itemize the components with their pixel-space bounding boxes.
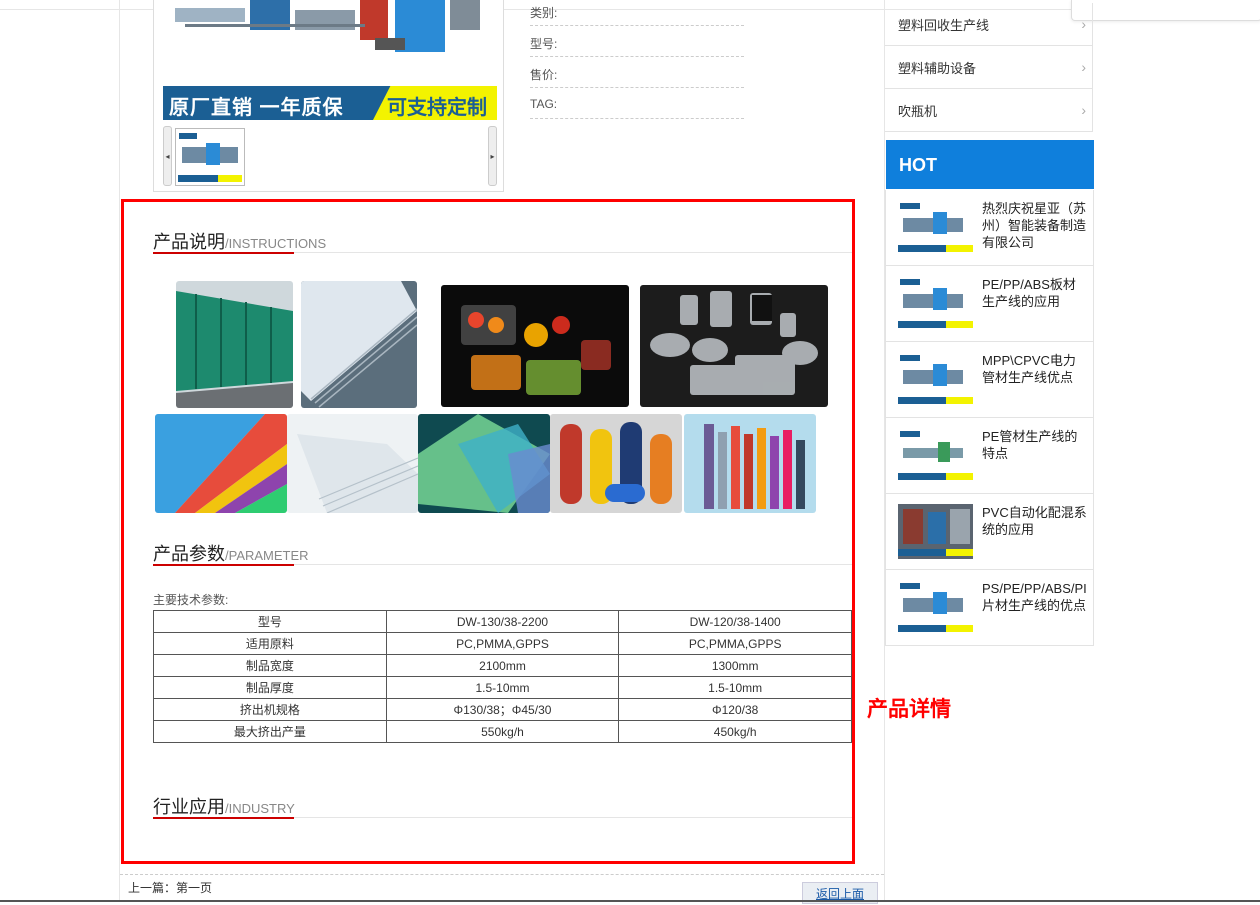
sidebar-category-item[interactable]: 吹瓶机 › xyxy=(885,89,1093,132)
table-cell: Φ130/38；Φ45/30 xyxy=(385,698,620,721)
product-photo-green-panels xyxy=(176,281,293,408)
params-table: 型号 DW-130/38-2200 DW-120/38-1400 适用原料 PC… xyxy=(153,610,852,743)
hot-item-thumbnail xyxy=(898,352,973,407)
banner-right-text: 可支持定制 xyxy=(387,97,487,119)
section-header-instructions: 产品说明/INSTRUCTIONS xyxy=(153,228,852,254)
table-cell: DW-120/38-1400 xyxy=(618,610,852,633)
bottom-divider xyxy=(120,874,884,876)
table-cell: 2100mm xyxy=(385,654,620,677)
hot-item[interactable]: PE/PP/ABS板材生产线的应用 xyxy=(885,266,1094,342)
sidebar-category-item[interactable]: 塑料辅助设备 › xyxy=(885,46,1093,89)
table-cell: 适用原料 xyxy=(153,632,387,655)
table-cell: 450kg/h xyxy=(618,720,852,743)
banner-left-text: 原厂直销 一年质保 xyxy=(169,97,344,119)
info-model: 型号: xyxy=(530,27,744,57)
sidebar-category-item[interactable]: 塑料回收生产线 › xyxy=(885,3,1093,46)
prev-article-link[interactable]: 上一篇：第一页 xyxy=(128,879,212,896)
table-cell: Φ120/38 xyxy=(618,698,852,721)
section-title-en: /INDUSTRY xyxy=(225,801,295,816)
table-row: 制品厚度 1.5-10mm 1.5-10mm xyxy=(153,676,852,699)
hot-item-title[interactable]: PVC自动化配混系统的应用 xyxy=(982,504,1088,538)
params-caption: 主要技术参数: xyxy=(153,593,229,607)
table-cell: 型号 xyxy=(153,610,387,633)
table-cell: 550kg/h xyxy=(385,720,620,743)
table-row: 适用原料 PC,PMMA,GPPS PC,PMMA,GPPS xyxy=(153,632,852,655)
hot-header: HOT xyxy=(886,140,1094,189)
thumbnail-image[interactable] xyxy=(175,128,245,186)
table-cell: 1300mm xyxy=(618,654,852,677)
section-title-en: /PARAMETER xyxy=(225,548,309,563)
info-category: 类别: xyxy=(530,0,744,26)
thumb-prev-arrow-icon[interactable]: ◂ xyxy=(163,126,172,186)
table-cell: 最大挤出产量 xyxy=(153,720,387,743)
annotation-label: 产品详情 xyxy=(867,696,951,721)
product-photo-cups xyxy=(640,285,828,407)
section-title-en: /INSTRUCTIONS xyxy=(225,236,327,251)
section-underline xyxy=(153,252,294,254)
product-photo-food-trays xyxy=(441,285,629,407)
section-title-cn: 行业应用 xyxy=(153,797,225,817)
chevron-right-icon: › xyxy=(1081,102,1086,118)
table-row: 制品宽度 2100mm 1300mm xyxy=(153,654,852,677)
table-cell: 1.5-10mm xyxy=(385,676,620,699)
product-photo-white-sheets xyxy=(301,281,417,408)
hot-item-title[interactable]: PE管材生产线的特点 xyxy=(982,428,1088,462)
thumbnail-strip: ◂ ▸ xyxy=(163,126,497,186)
section-title-cn: 产品参数 xyxy=(153,544,225,564)
info-price: 售价: xyxy=(530,58,744,88)
product-photo-grey-sheets xyxy=(287,414,418,513)
category-label: 塑料辅助设备 xyxy=(898,60,977,76)
table-cell: 制品厚度 xyxy=(153,676,387,699)
hot-item-thumbnail xyxy=(898,504,973,559)
hot-item-thumbnail xyxy=(898,200,973,255)
table-cell: PC,PMMA,GPPS xyxy=(385,632,620,655)
hot-item[interactable]: 热烈庆祝星亚（苏州）智能装备制造有限公司 xyxy=(885,190,1094,266)
hot-item-title[interactable]: MPP\CPVC电力管材生产线优点 xyxy=(982,352,1088,386)
hot-item-title[interactable]: 热烈庆祝星亚（苏州）智能装备制造有限公司 xyxy=(982,200,1088,251)
hot-item[interactable]: MPP\CPVC电力管材生产线优点 xyxy=(885,342,1094,418)
info-tag: TAG: xyxy=(530,89,744,119)
product-photo-tubes xyxy=(684,414,816,513)
hot-item[interactable]: PVC自动化配混系统的应用 xyxy=(885,494,1094,570)
section-underline xyxy=(153,817,294,819)
product-machine-image xyxy=(165,0,495,84)
category-label: 塑料回收生产线 xyxy=(898,17,990,33)
product-photo-colored-sheets xyxy=(155,414,287,513)
hot-item-title[interactable]: PS/PE/PP/ABS/PI片材生产线的优点 xyxy=(982,580,1088,614)
chevron-right-icon: › xyxy=(1081,16,1086,32)
hot-item[interactable]: PS/PE/PP/ABS/PI片材生产线的优点 xyxy=(885,570,1094,646)
hot-item[interactable]: PE管材生产线的特点 xyxy=(885,418,1094,494)
hot-item-thumbnail xyxy=(898,276,973,331)
table-row: 型号 DW-130/38-2200 DW-120/38-1400 xyxy=(153,610,852,633)
product-photo-binder-sheets xyxy=(418,414,550,513)
table-cell: 制品宽度 xyxy=(153,654,387,677)
table-cell: 1.5-10mm xyxy=(618,676,852,699)
section-underline xyxy=(153,564,294,566)
product-banner: 原厂直销 一年质保 可支持定制 xyxy=(163,86,497,120)
section-title-cn: 产品说明 xyxy=(153,232,225,252)
section-header-parameter: 产品参数/PARAMETER xyxy=(153,540,852,566)
chevron-right-icon: › xyxy=(1081,59,1086,75)
popup-panel xyxy=(1071,0,1260,21)
product-photo-rolls xyxy=(550,414,682,513)
table-cell: DW-130/38-2200 xyxy=(385,610,620,633)
table-row: 最大挤出产量 550kg/h 450kg/h xyxy=(153,720,852,743)
section-header-industry: 行业应用/INDUSTRY xyxy=(153,793,852,819)
table-row: 挤出机规格 Φ130/38；Φ45/30 Φ120/38 xyxy=(153,698,852,721)
hot-item-thumbnail xyxy=(898,428,973,483)
table-cell: 挤出机规格 xyxy=(153,698,387,721)
hot-item-thumbnail xyxy=(898,580,973,635)
content-left-border xyxy=(119,0,120,902)
thumb-next-arrow-icon[interactable]: ▸ xyxy=(488,126,497,186)
category-label: 吹瓶机 xyxy=(898,103,938,119)
table-cell: PC,PMMA,GPPS xyxy=(618,632,852,655)
hot-item-title[interactable]: PE/PP/ABS板材生产线的应用 xyxy=(982,276,1088,310)
